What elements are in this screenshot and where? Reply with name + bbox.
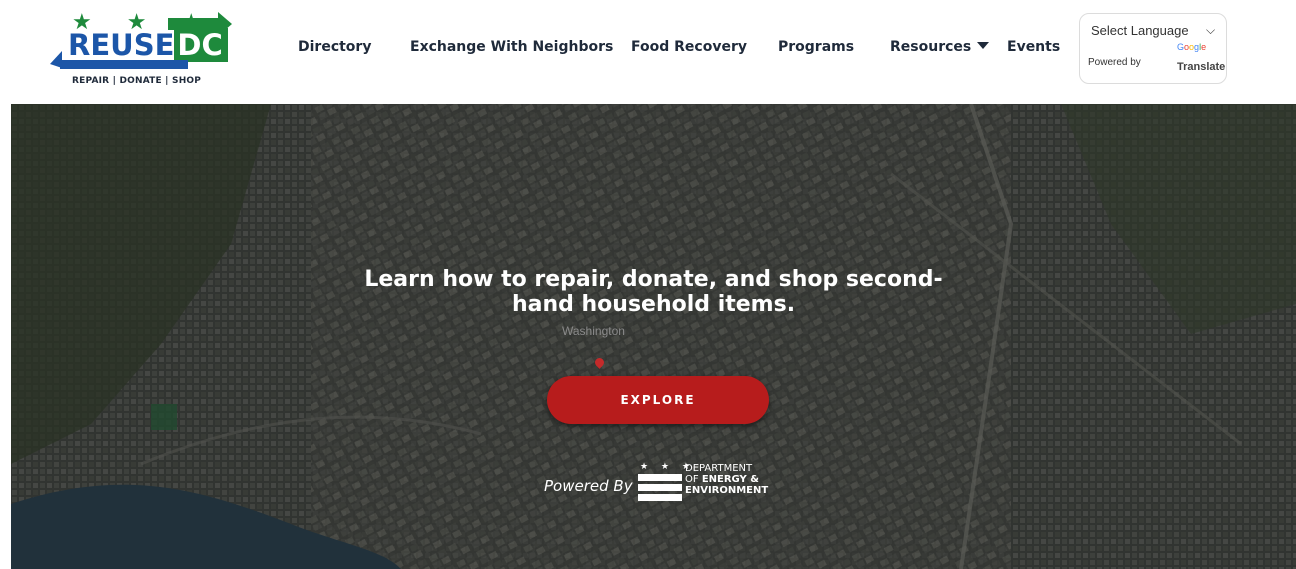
map-place-label: Washington	[562, 324, 625, 338]
reusedc-logo[interactable]: ★ ★ ★ REUSE DC REPAIR | DONATE | SHOP	[50, 10, 232, 92]
nav-food-recovery[interactable]: Food Recovery	[631, 39, 747, 55]
doee-line2-prefix: OF	[685, 474, 702, 485]
logo-word-dc: DC	[174, 28, 228, 62]
nav-directory[interactable]: Directory	[298, 39, 371, 55]
doee-line2-bold: ENERGY &	[701, 474, 759, 485]
nav-events[interactable]: Events	[1007, 39, 1060, 55]
hero-powered-by: Powered By	[544, 477, 633, 495]
google-logo: Google	[1177, 42, 1207, 52]
nav-programs[interactable]: Programs	[778, 39, 854, 55]
google-translate-widget: Select Language ⌵ Powered by Google Tran…	[1079, 13, 1227, 84]
explore-button[interactable]: EXPLORE	[547, 376, 769, 424]
hero-banner: Learn how to repair, donate, and shop se…	[11, 104, 1296, 569]
hero-headline-line1: Learn how to repair, donate, and shop se…	[364, 267, 943, 292]
logo-blue-arrow	[50, 51, 188, 69]
doee-stripe	[638, 484, 682, 491]
hero-headline-line2: hand household items.	[511, 292, 796, 317]
translate-powered-by: Powered by	[1088, 57, 1141, 68]
caret-down-icon	[977, 42, 990, 49]
doee-stripe	[638, 494, 682, 501]
hero-headline: Learn how to repair, donate, and shop se…	[11, 267, 1296, 317]
logo-tagline: REPAIR | DONATE | SHOP	[72, 76, 202, 86]
logo-wordmark: REUSE DC	[68, 28, 228, 62]
doee-line3: ENVIRONMENT	[685, 485, 769, 496]
doee-line1: DEPARTMENT	[685, 463, 753, 474]
nav-exchange-with-neighbors[interactable]: Exchange With Neighbors	[410, 39, 613, 55]
language-select[interactable]: Select Language	[1091, 23, 1189, 38]
translate-link[interactable]: Translate	[1177, 61, 1225, 73]
nav-resources-label: Resources	[890, 39, 972, 55]
doee-line2: OF ENERGY &	[685, 474, 759, 485]
chevron-down-icon[interactable]: ⌵	[1206, 23, 1215, 38]
doee-stripe	[638, 474, 682, 481]
doee-logo[interactable]: ★ ★ ★ DEPARTMENT OF ENERGY & ENVIRONMENT	[638, 462, 778, 502]
site-header: ★ ★ ★ REUSE DC REPAIR | DONATE | SHOP Dir…	[0, 0, 1296, 104]
logo-word-reuse: REUSE	[68, 28, 175, 62]
nav-resources[interactable]: Resources	[890, 39, 990, 55]
